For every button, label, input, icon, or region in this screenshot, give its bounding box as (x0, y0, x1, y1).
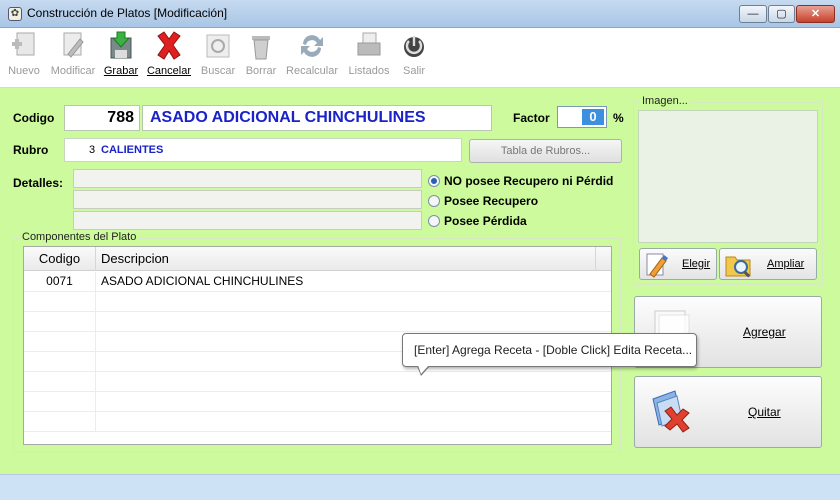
table-row-empty[interactable] (24, 312, 611, 332)
remove-document-icon (652, 390, 690, 433)
tooltip-tail-inner (418, 365, 429, 374)
radio-selected-icon (428, 175, 440, 187)
radio-posee-recupero[interactable]: Posee Recupero (428, 194, 538, 208)
table-row-empty[interactable] (24, 412, 611, 432)
pencil-paper-icon (646, 253, 668, 278)
detalles-line-1[interactable] (73, 169, 422, 188)
salir-button[interactable]: Salir (398, 30, 430, 86)
column-header-descripcion[interactable]: Descripcion (96, 247, 596, 271)
buscar-button[interactable]: Buscar (198, 30, 238, 86)
elegir-button[interactable]: Elegir (639, 248, 717, 280)
grabar-button[interactable]: Grabar (102, 30, 140, 86)
codigo-label: Codigo (13, 111, 55, 125)
cancelar-label: Cancelar (146, 65, 192, 77)
cancelar-button[interactable]: Cancelar (146, 30, 192, 86)
listados-label: Listados (348, 65, 390, 77)
borrar-button[interactable]: Borrar (244, 30, 278, 86)
detalles-label: Detalles: (13, 176, 64, 190)
quitar-label: Quitar (748, 405, 781, 419)
search-icon (206, 34, 230, 58)
maximize-button[interactable]: ▢ (768, 5, 795, 23)
grid-tooltip: [Enter] Agrega Receta - [Doble Click] Ed… (402, 333, 697, 367)
rubro-field[interactable]: 3 CALIENTES (64, 138, 462, 162)
image-preview (638, 110, 818, 243)
recalculate-arrows-icon (301, 35, 323, 57)
radio-posee-recupero-label: Posee Recupero (444, 194, 539, 208)
table-row-empty[interactable] (24, 392, 611, 412)
table-row-empty[interactable] (24, 292, 611, 312)
radio-posee-perdida[interactable]: Posee Pérdida (428, 214, 527, 228)
factor-field[interactable]: 0 (557, 106, 607, 128)
close-button[interactable]: ✕ (796, 5, 835, 23)
edit-pencil-icon (63, 32, 84, 58)
row-codigo-empty (24, 352, 96, 372)
column-header-codigo[interactable]: Codigo (24, 247, 96, 271)
window-title: Construcción de Platos [Modificación] (27, 6, 228, 20)
table-row-empty[interactable] (24, 372, 611, 392)
radio-no-recupero[interactable]: NO posee Recupero ni Pérdid (428, 174, 613, 188)
row-descripcion: ASADO ADICIONAL CHINCHULINES (101, 274, 304, 288)
row-codigo: 0071 (24, 272, 96, 292)
descripcion-field[interactable]: ASADO ADICIONAL CHINCHULINES (142, 105, 492, 131)
minimize-button[interactable]: — (739, 5, 767, 23)
radio-icon (428, 195, 440, 207)
status-bar (0, 474, 840, 500)
toolbar: Nuevo Modificar Grabar Cancelar Buscar B… (0, 28, 840, 88)
radio-no-recupero-label: NO posee Recupero ni Pérdid (444, 174, 614, 188)
ampliar-button[interactable]: Ampliar (719, 248, 817, 280)
buscar-label: Buscar (200, 65, 236, 77)
trash-icon (252, 36, 270, 60)
table-row[interactable]: 0071 ASADO ADICIONAL CHINCHULINES (24, 272, 611, 292)
app-icon: ✿ (8, 7, 22, 21)
modificar-label: Modificar (50, 65, 96, 77)
componentes-group-title: Componentes del Plato (20, 231, 139, 243)
factor-label: Factor (513, 111, 550, 125)
row-codigo-empty (24, 292, 96, 312)
rubro-label: Rubro (13, 143, 49, 157)
detalles-line-2[interactable] (73, 190, 422, 209)
tabla-rubros-button[interactable]: Tabla de Rubros... (469, 139, 622, 163)
salir-label: Salir (402, 65, 425, 77)
radio-posee-perdida-label: Posee Pérdida (444, 214, 527, 228)
grid-header: Codigo Descripcion (24, 247, 611, 271)
row-codigo-empty (24, 372, 96, 392)
ampliar-label: Ampliar (767, 258, 805, 270)
nuevo-button[interactable]: Nuevo (4, 30, 44, 86)
cancel-x-icon (157, 31, 181, 60)
row-codigo-empty (24, 392, 96, 412)
title-bar: ✿ Construcción de Platos [Modificación] … (0, 0, 840, 28)
elegir-label: Elegir (682, 258, 711, 270)
grabar-label: Grabar (103, 65, 139, 77)
imagen-group-title: Imagen... (640, 95, 690, 107)
row-codigo-empty (24, 412, 96, 432)
rubro-code: 3 (89, 144, 96, 156)
save-disk-icon (110, 31, 132, 59)
power-icon (404, 36, 424, 57)
new-document-icon (12, 32, 35, 56)
factor-value: 0 (582, 109, 604, 125)
codigo-field[interactable]: 788 (64, 105, 140, 131)
rubro-name: CALIENTES (101, 144, 164, 156)
listados-button[interactable]: Listados (346, 30, 392, 86)
radio-icon (428, 215, 440, 227)
row-codigo-empty (24, 312, 96, 332)
folder-search-icon (725, 256, 751, 278)
detalles-line-3[interactable] (73, 211, 422, 230)
borrar-label: Borrar (245, 65, 277, 77)
recalcular-label: Recalcular (286, 65, 338, 77)
row-codigo-empty (24, 332, 96, 352)
factor-unit: % (613, 111, 624, 125)
recalcular-button[interactable]: Recalcular (284, 30, 340, 86)
modificar-button[interactable]: Modificar (48, 30, 98, 86)
agregar-label: Agregar (743, 325, 786, 339)
printer-icon (357, 32, 381, 56)
nuevo-label: Nuevo (8, 65, 40, 77)
quitar-button[interactable]: Quitar (634, 376, 822, 448)
